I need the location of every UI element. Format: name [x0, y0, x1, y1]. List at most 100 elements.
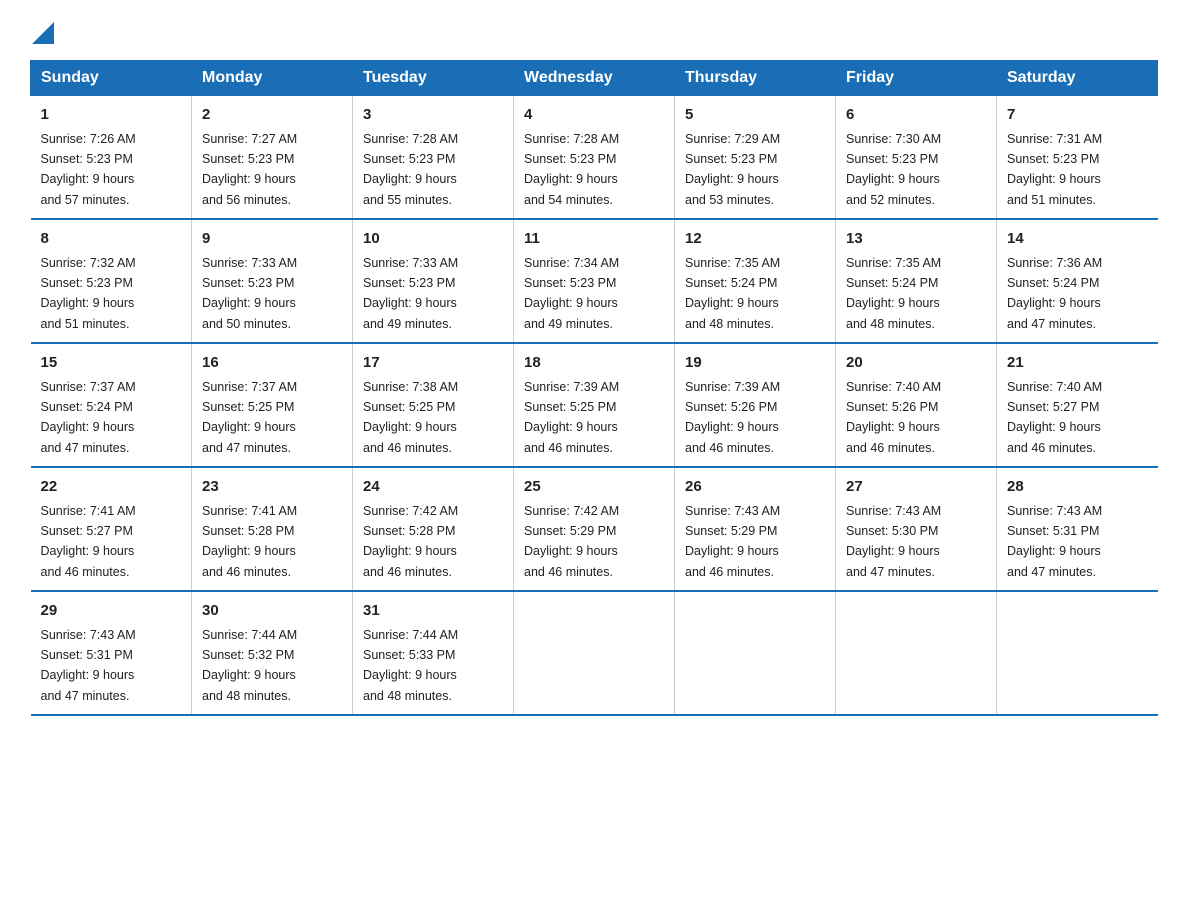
day-number: 6: [846, 104, 986, 127]
day-number: 12: [685, 228, 825, 251]
day-number: 19: [685, 352, 825, 375]
day-info: Sunrise: 7:37 AMSunset: 5:24 PMDaylight:…: [41, 380, 136, 455]
day-number: 9: [202, 228, 342, 251]
day-number: 11: [524, 228, 664, 251]
day-number: 2: [202, 104, 342, 127]
day-number: 27: [846, 476, 986, 499]
day-info: Sunrise: 7:41 AMSunset: 5:28 PMDaylight:…: [202, 504, 297, 579]
day-number: 4: [524, 104, 664, 127]
calendar-table: SundayMondayTuesdayWednesdayThursdayFrid…: [30, 60, 1158, 716]
day-number: 15: [41, 352, 182, 375]
day-number: 20: [846, 352, 986, 375]
day-number: 18: [524, 352, 664, 375]
calendar-cell: 14 Sunrise: 7:36 AMSunset: 5:24 PMDaylig…: [997, 219, 1158, 343]
calendar-cell: 30 Sunrise: 7:44 AMSunset: 5:32 PMDaylig…: [192, 591, 353, 715]
day-number: 16: [202, 352, 342, 375]
calendar-cell: 6 Sunrise: 7:30 AMSunset: 5:23 PMDayligh…: [836, 96, 997, 220]
calendar-cell: 4 Sunrise: 7:28 AMSunset: 5:23 PMDayligh…: [514, 96, 675, 220]
day-info: Sunrise: 7:36 AMSunset: 5:24 PMDaylight:…: [1007, 256, 1102, 331]
calendar-cell: 15 Sunrise: 7:37 AMSunset: 5:24 PMDaylig…: [31, 343, 192, 467]
day-number: 5: [685, 104, 825, 127]
calendar-cell: 26 Sunrise: 7:43 AMSunset: 5:29 PMDaylig…: [675, 467, 836, 591]
day-info: Sunrise: 7:38 AMSunset: 5:25 PMDaylight:…: [363, 380, 458, 455]
day-info: Sunrise: 7:31 AMSunset: 5:23 PMDaylight:…: [1007, 132, 1102, 207]
day-info: Sunrise: 7:28 AMSunset: 5:23 PMDaylight:…: [524, 132, 619, 207]
day-info: Sunrise: 7:32 AMSunset: 5:23 PMDaylight:…: [41, 256, 136, 331]
calendar-cell: 18 Sunrise: 7:39 AMSunset: 5:25 PMDaylig…: [514, 343, 675, 467]
day-number: 26: [685, 476, 825, 499]
calendar-cell: 7 Sunrise: 7:31 AMSunset: 5:23 PMDayligh…: [997, 96, 1158, 220]
calendar-cell: 10 Sunrise: 7:33 AMSunset: 5:23 PMDaylig…: [353, 219, 514, 343]
day-info: Sunrise: 7:30 AMSunset: 5:23 PMDaylight:…: [846, 132, 941, 207]
day-info: Sunrise: 7:28 AMSunset: 5:23 PMDaylight:…: [363, 132, 458, 207]
calendar-week-row: 8 Sunrise: 7:32 AMSunset: 5:23 PMDayligh…: [31, 219, 1158, 343]
day-info: Sunrise: 7:29 AMSunset: 5:23 PMDaylight:…: [685, 132, 780, 207]
day-number: 1: [41, 104, 182, 127]
calendar-cell: 16 Sunrise: 7:37 AMSunset: 5:25 PMDaylig…: [192, 343, 353, 467]
day-info: Sunrise: 7:26 AMSunset: 5:23 PMDaylight:…: [41, 132, 136, 207]
day-number: 14: [1007, 228, 1148, 251]
calendar-cell: 17 Sunrise: 7:38 AMSunset: 5:25 PMDaylig…: [353, 343, 514, 467]
calendar-cell: [997, 591, 1158, 715]
day-number: 30: [202, 600, 342, 623]
calendar-cell: 25 Sunrise: 7:42 AMSunset: 5:29 PMDaylig…: [514, 467, 675, 591]
day-info: Sunrise: 7:43 AMSunset: 5:31 PMDaylight:…: [41, 628, 136, 703]
day-info: Sunrise: 7:35 AMSunset: 5:24 PMDaylight:…: [685, 256, 780, 331]
day-info: Sunrise: 7:33 AMSunset: 5:23 PMDaylight:…: [202, 256, 297, 331]
logo: [30, 20, 54, 42]
calendar-week-row: 29 Sunrise: 7:43 AMSunset: 5:31 PMDaylig…: [31, 591, 1158, 715]
calendar-cell: 23 Sunrise: 7:41 AMSunset: 5:28 PMDaylig…: [192, 467, 353, 591]
day-info: Sunrise: 7:44 AMSunset: 5:33 PMDaylight:…: [363, 628, 458, 703]
day-info: Sunrise: 7:43 AMSunset: 5:30 PMDaylight:…: [846, 504, 941, 579]
calendar-week-row: 1 Sunrise: 7:26 AMSunset: 5:23 PMDayligh…: [31, 96, 1158, 220]
calendar-cell: 29 Sunrise: 7:43 AMSunset: 5:31 PMDaylig…: [31, 591, 192, 715]
day-number: 28: [1007, 476, 1148, 499]
calendar-week-row: 22 Sunrise: 7:41 AMSunset: 5:27 PMDaylig…: [31, 467, 1158, 591]
day-info: Sunrise: 7:40 AMSunset: 5:27 PMDaylight:…: [1007, 380, 1102, 455]
calendar-cell: 9 Sunrise: 7:33 AMSunset: 5:23 PMDayligh…: [192, 219, 353, 343]
day-of-week-header: Wednesday: [514, 61, 675, 96]
calendar-header-row: SundayMondayTuesdayWednesdayThursdayFrid…: [31, 61, 1158, 96]
day-info: Sunrise: 7:40 AMSunset: 5:26 PMDaylight:…: [846, 380, 941, 455]
page-header: [30, 20, 1158, 42]
day-number: 31: [363, 600, 503, 623]
day-info: Sunrise: 7:44 AMSunset: 5:32 PMDaylight:…: [202, 628, 297, 703]
day-info: Sunrise: 7:34 AMSunset: 5:23 PMDaylight:…: [524, 256, 619, 331]
calendar-cell: 8 Sunrise: 7:32 AMSunset: 5:23 PMDayligh…: [31, 219, 192, 343]
day-of-week-header: Tuesday: [353, 61, 514, 96]
calendar-week-row: 15 Sunrise: 7:37 AMSunset: 5:24 PMDaylig…: [31, 343, 1158, 467]
day-of-week-header: Friday: [836, 61, 997, 96]
day-info: Sunrise: 7:37 AMSunset: 5:25 PMDaylight:…: [202, 380, 297, 455]
day-of-week-header: Sunday: [31, 61, 192, 96]
day-info: Sunrise: 7:35 AMSunset: 5:24 PMDaylight:…: [846, 256, 941, 331]
day-number: 22: [41, 476, 182, 499]
day-number: 25: [524, 476, 664, 499]
day-info: Sunrise: 7:42 AMSunset: 5:29 PMDaylight:…: [524, 504, 619, 579]
calendar-cell: 12 Sunrise: 7:35 AMSunset: 5:24 PMDaylig…: [675, 219, 836, 343]
calendar-cell: 20 Sunrise: 7:40 AMSunset: 5:26 PMDaylig…: [836, 343, 997, 467]
calendar-cell: 5 Sunrise: 7:29 AMSunset: 5:23 PMDayligh…: [675, 96, 836, 220]
calendar-cell: 11 Sunrise: 7:34 AMSunset: 5:23 PMDaylig…: [514, 219, 675, 343]
calendar-cell: 1 Sunrise: 7:26 AMSunset: 5:23 PMDayligh…: [31, 96, 192, 220]
calendar-cell: 21 Sunrise: 7:40 AMSunset: 5:27 PMDaylig…: [997, 343, 1158, 467]
calendar-cell: 19 Sunrise: 7:39 AMSunset: 5:26 PMDaylig…: [675, 343, 836, 467]
day-number: 7: [1007, 104, 1148, 127]
calendar-cell: [514, 591, 675, 715]
calendar-cell: 28 Sunrise: 7:43 AMSunset: 5:31 PMDaylig…: [997, 467, 1158, 591]
day-info: Sunrise: 7:39 AMSunset: 5:25 PMDaylight:…: [524, 380, 619, 455]
day-of-week-header: Saturday: [997, 61, 1158, 96]
calendar-cell: [675, 591, 836, 715]
day-info: Sunrise: 7:43 AMSunset: 5:29 PMDaylight:…: [685, 504, 780, 579]
day-number: 8: [41, 228, 182, 251]
calendar-cell: 3 Sunrise: 7:28 AMSunset: 5:23 PMDayligh…: [353, 96, 514, 220]
day-of-week-header: Monday: [192, 61, 353, 96]
day-info: Sunrise: 7:39 AMSunset: 5:26 PMDaylight:…: [685, 380, 780, 455]
calendar-cell: [836, 591, 997, 715]
calendar-cell: 24 Sunrise: 7:42 AMSunset: 5:28 PMDaylig…: [353, 467, 514, 591]
day-info: Sunrise: 7:33 AMSunset: 5:23 PMDaylight:…: [363, 256, 458, 331]
day-info: Sunrise: 7:41 AMSunset: 5:27 PMDaylight:…: [41, 504, 136, 579]
calendar-cell: 2 Sunrise: 7:27 AMSunset: 5:23 PMDayligh…: [192, 96, 353, 220]
day-number: 29: [41, 600, 182, 623]
day-info: Sunrise: 7:42 AMSunset: 5:28 PMDaylight:…: [363, 504, 458, 579]
day-number: 10: [363, 228, 503, 251]
